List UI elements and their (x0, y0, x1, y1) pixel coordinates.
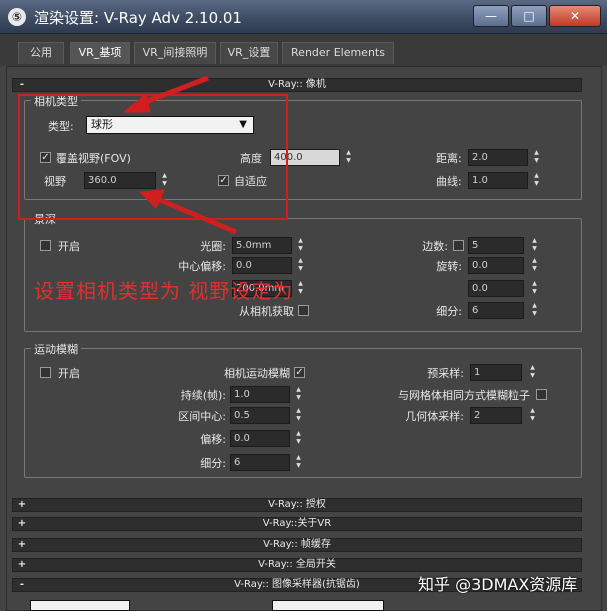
arrow-head (138, 189, 165, 209)
zhihu-watermark: 知乎 @3DMAX资源库 (418, 575, 578, 594)
arrow-to-view-field (159, 197, 237, 235)
arrow-head (122, 93, 151, 113)
annotation-arrows (122, 75, 237, 235)
arrow-to-type-select (139, 75, 209, 107)
annotation-text: 设置相机类型为 视野设定为 (34, 279, 294, 303)
